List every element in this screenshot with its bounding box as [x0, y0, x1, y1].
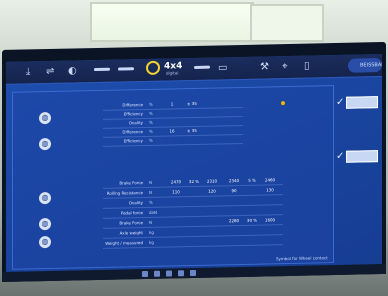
grid-line	[103, 115, 243, 120]
monitor: ⤓ ⇌ ◐ 4x4 digital ▭ ⚒ ⌖ ▯ BEISSBARTH ◍ ◍…	[2, 41, 386, 283]
table-cell: 2460	[264, 177, 276, 183]
car-icon[interactable]: ⇌	[46, 66, 54, 78]
taskbar-icon-5[interactable]	[190, 269, 196, 277]
row-label: Axle weight	[119, 230, 143, 236]
weight-icon[interactable]: ◍	[39, 235, 51, 249]
toolbar-bar-icon	[94, 67, 110, 72]
check-icon-2: ✓	[336, 150, 345, 163]
table-cell: 1600	[264, 217, 276, 223]
row-unit: N	[149, 219, 152, 225]
row-label: Difference	[122, 102, 143, 108]
side-tag-1[interactable]	[346, 96, 378, 109]
pedal-icon[interactable]: ◍	[39, 217, 51, 231]
taskbar-icon-4[interactable]	[178, 270, 184, 277]
table-cell: 120	[208, 188, 216, 194]
status-dot	[281, 101, 285, 106]
toolbar-bar-icon-2	[118, 67, 134, 71]
palette-icon[interactable]: ◐	[68, 65, 77, 77]
table-cell: 16	[169, 128, 175, 134]
table-cell: 5 %	[248, 177, 256, 183]
grid-line	[103, 133, 243, 138]
table-cell: 90	[231, 188, 237, 194]
taskbar-icon-3[interactable]	[166, 270, 172, 277]
row-label: Brake Force	[119, 180, 143, 186]
side-tag-2[interactable]	[346, 150, 378, 163]
keyboard-icon[interactable]: ▭	[218, 62, 227, 74]
wheel-icon[interactable]: ◍	[39, 111, 51, 125]
row-unit: %	[149, 137, 153, 143]
row-label: Weight / measured	[105, 240, 143, 246]
top-table: Difference% 1 ± 35 Efficiency% Ovality% Diffe…	[13, 86, 333, 147]
window-background-2	[250, 4, 324, 42]
row-label: Difference	[122, 129, 143, 135]
brand-badge: BEISSBARTH	[348, 58, 382, 73]
bottom-table: Brake Force N 2470 32 % 2310 2340 5 % 2460 Rolli…	[13, 86, 333, 249]
row-label: Efficiency	[123, 111, 143, 117]
top-toolbar: ⤓ ⇌ ◐ 4x4 digital ▭ ⚒ ⌖ ▯ BEISSBARTH	[6, 54, 382, 85]
table-cell: 1	[170, 101, 174, 107]
table-cell: 30 %	[246, 217, 258, 223]
row-label: Ovality	[128, 200, 143, 206]
table-cell: ± 35	[187, 100, 197, 107]
grid-line	[103, 106, 243, 111]
row-unit: %	[149, 119, 153, 125]
row-unit: daN	[149, 209, 157, 215]
screen: ⤓ ⇌ ◐ 4x4 digital ▭ ⚒ ⌖ ▯ BEISSBARTH ◍ ◍…	[6, 54, 382, 276]
row-unit: N	[149, 179, 152, 185]
download-icon[interactable]: ⤓	[26, 66, 30, 78]
window-background	[90, 2, 254, 42]
taskbar-icon-2[interactable]	[154, 270, 160, 277]
row-unit: %	[149, 110, 153, 116]
row-unit: %	[149, 199, 153, 205]
row-label: Ovality	[128, 120, 143, 126]
table-cell: 2280	[228, 218, 240, 224]
check-icon: ✓	[336, 96, 345, 109]
row-unit: kg	[149, 239, 154, 245]
gauge-icon[interactable]: ◍	[39, 191, 51, 205]
side-panel: ✓ ✓	[336, 84, 382, 261]
table-cell: 110	[172, 189, 180, 195]
results-panel: ◍ ◍ ◍ ◍ ◍ Difference% 1 ± 35 Efficiency% Ova…	[12, 85, 334, 270]
logo-icon	[146, 60, 160, 75]
row-label: Pedal force	[120, 210, 143, 216]
row-unit: kg	[149, 229, 154, 235]
table-cell: ± 35	[187, 127, 197, 134]
table-cell: 32 %	[188, 178, 200, 185]
wheel-icon-2[interactable]: ◍	[39, 137, 51, 151]
taskbar-icon-1[interactable]	[142, 270, 148, 278]
row-unit: %	[149, 101, 153, 107]
row-unit: %	[149, 128, 153, 134]
mode-sublabel: digital	[166, 70, 179, 76]
row-unit: N	[149, 189, 152, 195]
row-label: Efficiency	[123, 138, 143, 144]
table-cell: 2310	[206, 178, 218, 184]
grid-line	[103, 142, 243, 147]
tools-icon[interactable]: ⚒	[260, 61, 269, 73]
toolbar-bar-icon-3	[194, 65, 210, 69]
pin-icon[interactable]: ⌖	[282, 61, 288, 73]
table-cell: 130	[266, 187, 274, 193]
row-label: Brake Force	[119, 220, 143, 226]
row-label: Rolling Resistance	[106, 190, 143, 196]
table-cell: 2470	[170, 179, 182, 185]
battery-icon[interactable]: ▯	[304, 61, 310, 73]
table-cell: 2340	[228, 178, 240, 184]
